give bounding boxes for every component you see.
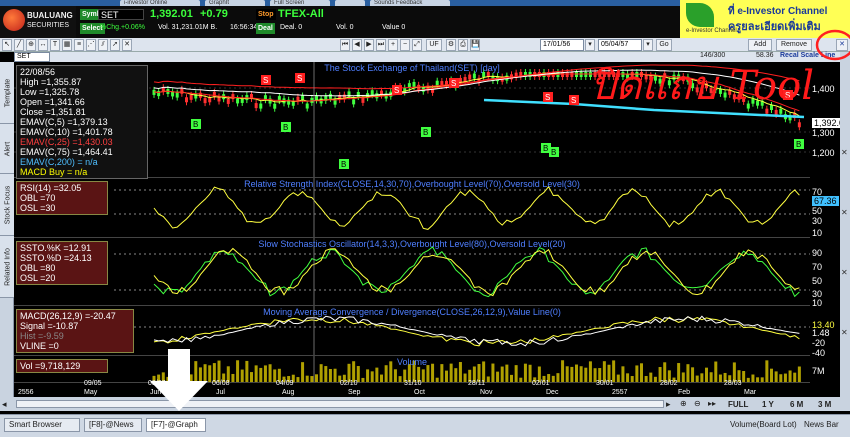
- graph-window: i-investor Online GraphIt Full Screen So…: [0, 0, 850, 437]
- annotation-overlay: [150, 29, 850, 411]
- annotation-circle: [815, 29, 850, 61]
- annotation-arrow: [150, 349, 208, 411]
